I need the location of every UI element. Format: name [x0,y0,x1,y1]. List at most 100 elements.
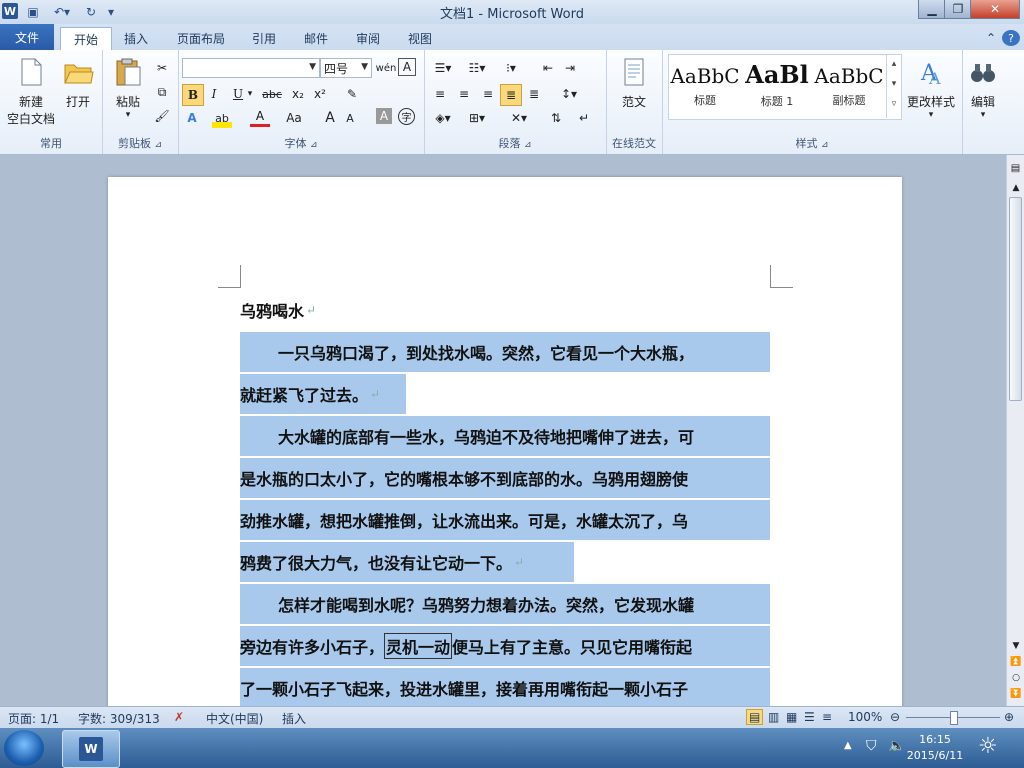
minimize-icon[interactable]: ▁ [918,0,946,19]
ruler-toggle-icon[interactable]: ▤ [1009,163,1022,176]
text-line[interactable]: 旁边有许多小石子， 灵机一动 便马上有了主意。只见它用嘴衔起 [240,626,770,666]
enclosed-character-icon[interactable]: 字 [398,108,415,125]
shrink-font-button[interactable]: A [340,108,360,128]
tab-view[interactable]: 视图 [402,27,438,49]
sort-icon[interactable]: ⇅ [546,108,566,128]
character-shading-icon[interactable]: A [376,108,392,124]
subscript-button[interactable]: x₂ [288,84,308,104]
document-title[interactable]: 乌鸦喝水 ↵ [240,290,316,330]
dialog-launcher-icon[interactable]: ⊿ [310,140,318,150]
copy-icon[interactable]: ⧉ [152,82,172,102]
text-line[interactable]: 是水瓶的口太小了，它的嘴根本够不到底部的水。乌鸦用翅膀使 [240,458,770,498]
collapse-ribbon-icon[interactable]: ⌃ [982,27,1000,49]
open-button[interactable]: 打开 [60,56,96,110]
print-layout-icon[interactable]: ▤ [746,709,764,725]
start-button-icon[interactable] [4,730,44,766]
character-border-icon[interactable]: A [398,58,416,76]
help-icon[interactable]: ? [1002,30,1020,46]
new-blank-document-button[interactable]: 新建 空白文档 [4,56,58,127]
text-line[interactable]: 鸦费了很大力气，也没有让它动一下。 ↵ [240,542,574,582]
zoom-slider-thumb[interactable] [950,711,958,725]
sample-essay-button[interactable]: 范文 [614,56,654,110]
taskbar-word-button[interactable]: W [62,730,120,768]
proofing-icon[interactable]: ✗ [174,710,184,724]
system-clock[interactable]: 16:15 2015/6/11 [905,732,965,764]
cut-icon[interactable]: ✂ [152,58,172,78]
close-icon[interactable]: ✕ [970,0,1020,19]
underline-dropdown-icon[interactable]: ▾ [244,84,256,104]
next-page-icon[interactable]: ⏬ [1010,689,1022,699]
change-styles-button[interactable]: AA 更改样式 ▾ [904,56,958,120]
align-center-icon[interactable]: ≡ [454,84,474,104]
scroll-thumb[interactable] [1009,197,1022,401]
line-spacing-icon[interactable]: ↕▾ [556,84,582,104]
action-center-icon[interactable]: ⛉ [866,738,877,754]
distributed-icon[interactable]: ≣ [524,84,544,104]
vertical-scrollbar[interactable]: ▤ ▲ ▼ ⏫ ○ ⏬ [1006,155,1024,706]
full-screen-reading-icon[interactable]: ▥ [768,710,779,724]
editing-button[interactable]: 编辑 ▾ [966,56,1000,120]
tab-home[interactable]: 开始 [60,27,112,50]
paste-dropdown-icon[interactable]: ▾ [108,110,148,120]
style-heading-1[interactable]: AaBl 标题 1 [742,58,812,114]
justify-icon[interactable]: ≣ [500,84,522,106]
tab-insert[interactable]: 插入 [116,27,156,49]
chinese-layout-icon[interactable]: ✕▾ [506,108,532,128]
outline-icon[interactable]: ☰ [804,710,815,724]
align-right-icon[interactable]: ≡ [478,84,498,104]
increase-indent-icon[interactable]: ⇥ [560,58,580,78]
text-line[interactable]: 怎样才能喝到水呢？乌鸦努力想着办法。突然，它发现水罐 [240,584,770,624]
zoom-out-icon[interactable]: ⊖ [890,710,900,724]
scroll-down-icon[interactable]: ▼ [1010,641,1022,651]
align-left-icon[interactable]: ≡ [430,84,450,104]
show-marks-icon[interactable]: ↵ [574,108,594,128]
superscript-button[interactable]: x² [310,84,330,104]
language-indicator[interactable]: 中文(中国) [206,710,263,727]
boxed-word[interactable]: 灵机一动 [384,633,453,659]
volume-icon[interactable]: 🔈 [888,738,905,754]
tab-file[interactable]: 文件 [0,24,54,50]
tab-mailings[interactable]: 邮件 [298,27,334,49]
tab-references[interactable]: 引用 [246,27,282,49]
word-count[interactable]: 字数: 309/313 [78,710,160,727]
show-hidden-icons-icon[interactable]: ▲ [844,740,852,751]
dialog-launcher-icon[interactable]: ⊿ [154,140,162,150]
scroll-up-icon[interactable]: ▲ [1010,183,1022,193]
style-title[interactable]: AaBbC 标题 [670,58,740,114]
draft-icon[interactable]: ≡ [822,710,832,724]
text-line[interactable]: 大水罐的底部有一些水，乌鸦迫不及待地把嘴伸了进去，可 [240,416,770,456]
clear-formatting-icon[interactable]: ✎ [342,84,362,104]
paste-button[interactable]: 粘贴 ▾ [108,56,148,120]
highlight-color-icon[interactable]: ab [212,108,232,128]
text-line[interactable]: 一只乌鸦口渴了，到处找水喝。突然，它看见一个大水瓶， [240,332,770,372]
change-case-button[interactable]: Aa [282,108,306,128]
grow-font-button[interactable]: A [320,108,340,128]
restore-icon[interactable]: ❐ [944,0,972,19]
borders-icon[interactable]: ⊞▾ [464,108,490,128]
insert-mode[interactable]: 插入 [282,710,306,727]
bold-button[interactable]: B [182,84,204,106]
web-layout-icon[interactable]: ▦ [786,710,797,724]
weather-gadget-icon[interactable]: ☼ [978,734,1008,762]
decrease-indent-icon[interactable]: ⇤ [538,58,558,78]
phonetic-guide-icon[interactable]: wén [376,58,397,78]
numbering-icon[interactable]: ☷▾ [464,58,490,78]
italic-button[interactable]: I [204,84,224,104]
tab-page-layout[interactable]: 页面布局 [170,27,232,49]
shading-icon[interactable]: ◈▾ [430,108,456,128]
text-line[interactable]: 了一颗小石子飞起来，投进水罐里，接着再用嘴衔起一颗小石子 [240,668,770,708]
browse-object-icon[interactable]: ○ [1010,673,1022,683]
gallery-scroll[interactable]: ▴ ▾ ▿ [886,54,901,118]
text-effects-icon[interactable]: A [182,108,202,128]
text-line[interactable]: 就赶紧飞了过去。 ↵ [240,374,406,414]
font-color-icon[interactable]: A [250,108,270,127]
multilevel-list-icon[interactable]: ⁝▾ [498,58,524,78]
text-line[interactable]: 劲推水罐，想把水罐推倒，让水流出来。可是，水罐太沉了，乌 [240,500,770,540]
page-count[interactable]: 页面: 1/1 [8,710,59,727]
style-subtitle[interactable]: AaBbC 副标题 [814,58,884,114]
strikethrough-button[interactable]: abc [260,84,284,104]
zoom-level[interactable]: 100% [848,710,882,724]
tab-review[interactable]: 审阅 [350,27,386,49]
font-size-combo[interactable]: 四号 ▼ [320,58,372,78]
dialog-launcher-icon[interactable]: ⊿ [821,140,829,150]
